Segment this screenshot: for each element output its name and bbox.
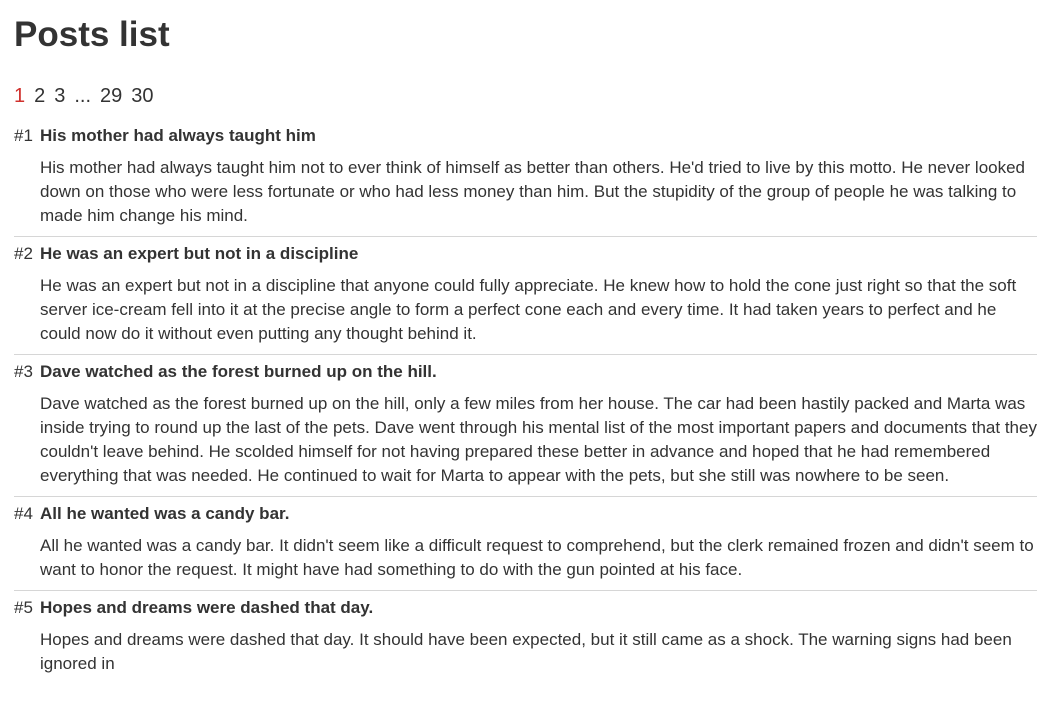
post-title[interactable]: All he wanted was a candy bar. <box>40 504 289 524</box>
post-header: #2 He was an expert but not in a discipl… <box>14 237 1037 271</box>
post-item: #4 All he wanted was a candy bar. All he… <box>14 497 1037 591</box>
post-header: #1 His mother had always taught him <box>14 119 1037 153</box>
posts-list: #1 His mother had always taught him His … <box>14 119 1037 684</box>
post-title[interactable]: His mother had always taught him <box>40 126 316 146</box>
pagination-page-30[interactable]: 30 <box>131 84 153 108</box>
post-number: #5 <box>14 598 33 617</box>
pagination-page-3[interactable]: 3 <box>54 84 65 108</box>
pagination-ellipsis: ... <box>74 85 92 107</box>
post-item: #5 Hopes and dreams were dashed that day… <box>14 591 1037 684</box>
post-number: #2 <box>14 244 33 263</box>
posts-page: Posts list 1 2 3 ... 29 30 #1 His mother… <box>0 0 1051 706</box>
post-title[interactable]: He was an expert but not in a discipline <box>40 244 358 264</box>
post-number: #4 <box>14 504 33 523</box>
post-header: #3 Dave watched as the forest burned up … <box>14 355 1037 389</box>
post-body: All he wanted was a candy bar. It didn't… <box>40 536 1034 579</box>
pagination-page-29[interactable]: 29 <box>100 84 122 108</box>
post-item: #2 He was an expert but not in a discipl… <box>14 237 1037 355</box>
pagination: 1 2 3 ... 29 30 <box>14 84 1037 108</box>
post-item: #3 Dave watched as the forest burned up … <box>14 355 1037 497</box>
post-number: #3 <box>14 362 33 381</box>
pagination-page-2[interactable]: 2 <box>34 84 45 108</box>
post-number: #1 <box>14 126 33 145</box>
pagination-page-1[interactable]: 1 <box>14 84 25 108</box>
post-body: His mother had always taught him not to … <box>40 158 1026 225</box>
post-title[interactable]: Hopes and dreams were dashed that day. <box>40 598 373 618</box>
post-body: Hopes and dreams were dashed that day. I… <box>40 630 1012 673</box>
post-title[interactable]: Dave watched as the forest burned up on … <box>40 362 437 382</box>
post-header: #5 Hopes and dreams were dashed that day… <box>14 591 1037 625</box>
page-title: Posts list <box>14 15 170 54</box>
post-item: #1 His mother had always taught him His … <box>14 119 1037 237</box>
post-header: #4 All he wanted was a candy bar. <box>14 497 1037 531</box>
post-body: He was an expert but not in a discipline… <box>40 276 1017 343</box>
post-body: Dave watched as the forest burned up on … <box>40 394 1037 485</box>
